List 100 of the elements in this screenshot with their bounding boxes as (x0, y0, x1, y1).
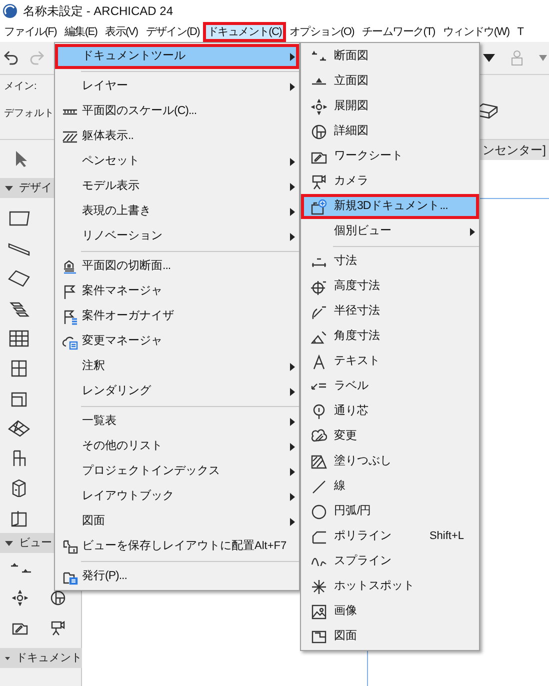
menu-item[interactable]: 寸法 (301, 249, 479, 274)
menu-item[interactable]: 新規3Dドキュメント... (301, 194, 479, 219)
menu-item[interactable]: 案件オーガナイザ (55, 304, 299, 329)
mesh-icon (8, 419, 30, 437)
menu-item[interactable]: 断面図 (301, 44, 479, 69)
submenu-arrow-icon (290, 492, 294, 500)
caret-icon[interactable] (483, 54, 495, 62)
menu-item[interactable]: 立面図 (301, 69, 479, 94)
parallelogram-icon (8, 209, 30, 227)
submenu-arrow-icon (290, 468, 294, 476)
menu-bar-item[interactable]: チームワーク(T) (358, 22, 439, 42)
collapse-triangle-icon[interactable] (5, 186, 13, 190)
menu-item[interactable]: 図面 (301, 624, 479, 649)
undo-icon[interactable] (2, 49, 20, 67)
menu-item[interactable]: 塗りつぶし (301, 449, 479, 474)
submenu-arrow-icon (290, 518, 294, 526)
menu-bar-item[interactable]: 表示(V) (101, 22, 142, 42)
menu-bar-item[interactable]: ファイル(F) (0, 22, 60, 42)
menu-item[interactable]: レイアウトブック (55, 484, 299, 509)
menu-item[interactable]: レンダリング (55, 379, 299, 404)
pointer-arrow-icon[interactable] (14, 150, 28, 168)
menu-item[interactable]: ポリライン Shift+L (301, 524, 479, 549)
submenu-arrow-icon (470, 228, 474, 236)
menu-item[interactable]: 線 (301, 474, 479, 499)
menu-bar-item[interactable]: 編集(E) (60, 22, 102, 42)
house-icon (62, 258, 78, 274)
camera-icon (311, 174, 327, 190)
menu-bar-item[interactable]: オプション(O) (286, 22, 358, 42)
collapse-triangle-icon[interactable] (5, 656, 10, 660)
toolbox-section-header[interactable]: ドキュメント (0, 648, 82, 668)
menu-item[interactable]: 図面 (55, 509, 299, 534)
menu-item[interactable]: 躯体表示.. (55, 124, 299, 149)
menu-bar-item[interactable]: ドキュメント(C) (203, 22, 286, 42)
menu-item[interactable]: 通り芯 (301, 399, 479, 424)
radial-dimension-icon (311, 304, 327, 320)
label-arrow-icon (311, 383, 327, 390)
menu-item[interactable]: 画像 (301, 599, 479, 624)
menu-item[interactable]: ドキュメントツール (55, 44, 299, 69)
submenu-arrow-icon (290, 232, 294, 240)
menu-item[interactable]: 角度寸法 (301, 324, 479, 349)
menu-item[interactable]: 平面図の切断面... (55, 254, 299, 279)
cloud-icon (311, 428, 327, 444)
menu-item[interactable]: 案件マネージャ (55, 279, 299, 304)
menu-item[interactable]: 変更 (301, 424, 479, 449)
menu-item[interactable]: その他のリスト (55, 434, 299, 459)
image-icon (311, 604, 327, 620)
menu-item[interactable]: ラベル (301, 374, 479, 399)
menu-item[interactable]: 表現の上書き (55, 199, 299, 224)
menu-bar-item[interactable]: T (513, 22, 528, 42)
camera-icon (50, 620, 66, 636)
submenu-arrow-icon (290, 418, 294, 426)
detail-circle-icon (311, 124, 327, 140)
menu-item[interactable]: レイヤー (55, 74, 299, 99)
window-title: 名称未設定 - ARCHICAD 24 (23, 3, 174, 20)
menu-item[interactable]: プロジェクトインデックス (55, 459, 299, 484)
submenu-arrow-icon (290, 158, 294, 166)
grid-bubble-icon (311, 404, 327, 420)
angle-dimension-icon (311, 328, 327, 344)
hatch-icon (62, 128, 78, 144)
submenu-arrow-icon (290, 208, 294, 216)
submenu-arrow-icon (290, 442, 294, 450)
menu-item[interactable]: 一覧表 (55, 409, 299, 434)
menu-item[interactable]: ホットスポット (301, 574, 479, 599)
app-logo-icon (3, 4, 17, 18)
menu-item[interactable]: スプライン (301, 549, 479, 574)
menu-item[interactable]: リノベーション (55, 224, 299, 249)
menu-item[interactable]: ペンセット (55, 149, 299, 174)
menu-item[interactable]: 展開図 (301, 94, 479, 119)
menu-item[interactable]: テキスト (301, 349, 479, 374)
menu-item[interactable]: 変更マネージャ (55, 329, 299, 354)
detail-circle-icon (50, 590, 66, 606)
menu-item[interactable]: カメラ (301, 169, 479, 194)
flag-icon (62, 284, 78, 300)
collapse-triangle-icon[interactable] (5, 540, 13, 546)
menu-item[interactable]: 個別ビュー (301, 219, 479, 244)
cloud-list-icon (62, 334, 78, 350)
menu-item[interactable]: 円弧/円 (301, 499, 479, 524)
asterisk-icon (311, 578, 327, 594)
menu-item[interactable]: ワークシート (301, 144, 479, 169)
flag-list-icon (62, 308, 78, 324)
level-dimension-icon (311, 278, 327, 294)
grid-panel-icon (8, 329, 30, 347)
submenu-arrow-icon (290, 82, 294, 90)
menu-item[interactable]: 詳細図 (301, 119, 479, 144)
menu-item[interactable]: 注釈 (55, 354, 299, 379)
menu-item[interactable]: 高度寸法 (301, 274, 479, 299)
info-box-value[interactable]: デフォルト (4, 106, 54, 121)
compass-arrows-icon (12, 590, 28, 606)
menu-bar-item[interactable]: ウィンドウ(W) (438, 22, 514, 42)
spline-icon (311, 557, 327, 566)
menu-item[interactable]: 平面図のスケール(C)... (55, 99, 299, 124)
menu-bar-item[interactable]: デザイン(D) (142, 22, 204, 42)
new-3d-document-icon (311, 198, 327, 214)
submenu-arrow-icon (290, 362, 294, 370)
menu-item[interactable]: 発行(P)... (55, 564, 299, 589)
compass-arrows-icon (311, 98, 327, 114)
drawing-frame-icon (311, 628, 327, 644)
line-icon (311, 478, 327, 494)
menu-item[interactable]: 半径寸法 (301, 299, 479, 324)
submenu-arrow-icon (290, 52, 294, 60)
